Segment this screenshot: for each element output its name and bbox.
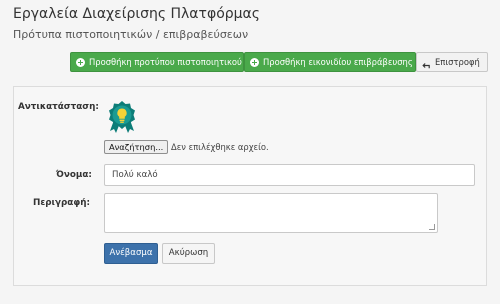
back-label: Επιστροφή bbox=[435, 57, 480, 67]
award-lightbulb-icon bbox=[105, 100, 139, 134]
back-button[interactable]: Επιστροφή bbox=[416, 52, 488, 72]
description-textarea[interactable] bbox=[104, 193, 438, 233]
name-label: Όνομα: bbox=[56, 170, 92, 180]
description-label: Περιγραφή: bbox=[33, 198, 90, 208]
add-certificate-template-button[interactable]: Προσθήκη προτύπου πιστοποιητικού bbox=[70, 52, 244, 72]
plus-circle-icon bbox=[250, 57, 259, 67]
page-title: Εργαλεία Διαχείρισης Πλατφόρμας bbox=[13, 6, 260, 22]
return-arrow-icon bbox=[422, 58, 431, 68]
add-certificate-template-label: Προσθήκη προτύπου πιστοποιητικού bbox=[89, 57, 242, 67]
cancel-button[interactable]: Ακύρωση bbox=[162, 243, 215, 264]
replacement-label: Αντικατάσταση: bbox=[18, 102, 99, 112]
add-badge-icon-button[interactable]: Προσθήκη εικονιδίου επιβράβευσης bbox=[244, 52, 416, 72]
upload-form-panel bbox=[13, 86, 487, 286]
upload-button[interactable]: Ανέβασμα bbox=[104, 243, 158, 264]
resize-grip[interactable] bbox=[429, 224, 435, 230]
browse-file-button[interactable]: Αναζήτηση... bbox=[104, 140, 169, 154]
plus-circle-icon bbox=[76, 57, 85, 67]
file-status-text: Δεν επιλέχθηκε αρχείο. bbox=[171, 142, 269, 152]
add-badge-icon-label: Προσθήκη εικονιδίου επιβράβευσης bbox=[263, 57, 413, 67]
name-input[interactable]: Πολύ καλό bbox=[104, 164, 475, 186]
page-subtitle: Πρότυπα πιστοποιητικών / επιβραβεύσεων bbox=[13, 28, 249, 41]
